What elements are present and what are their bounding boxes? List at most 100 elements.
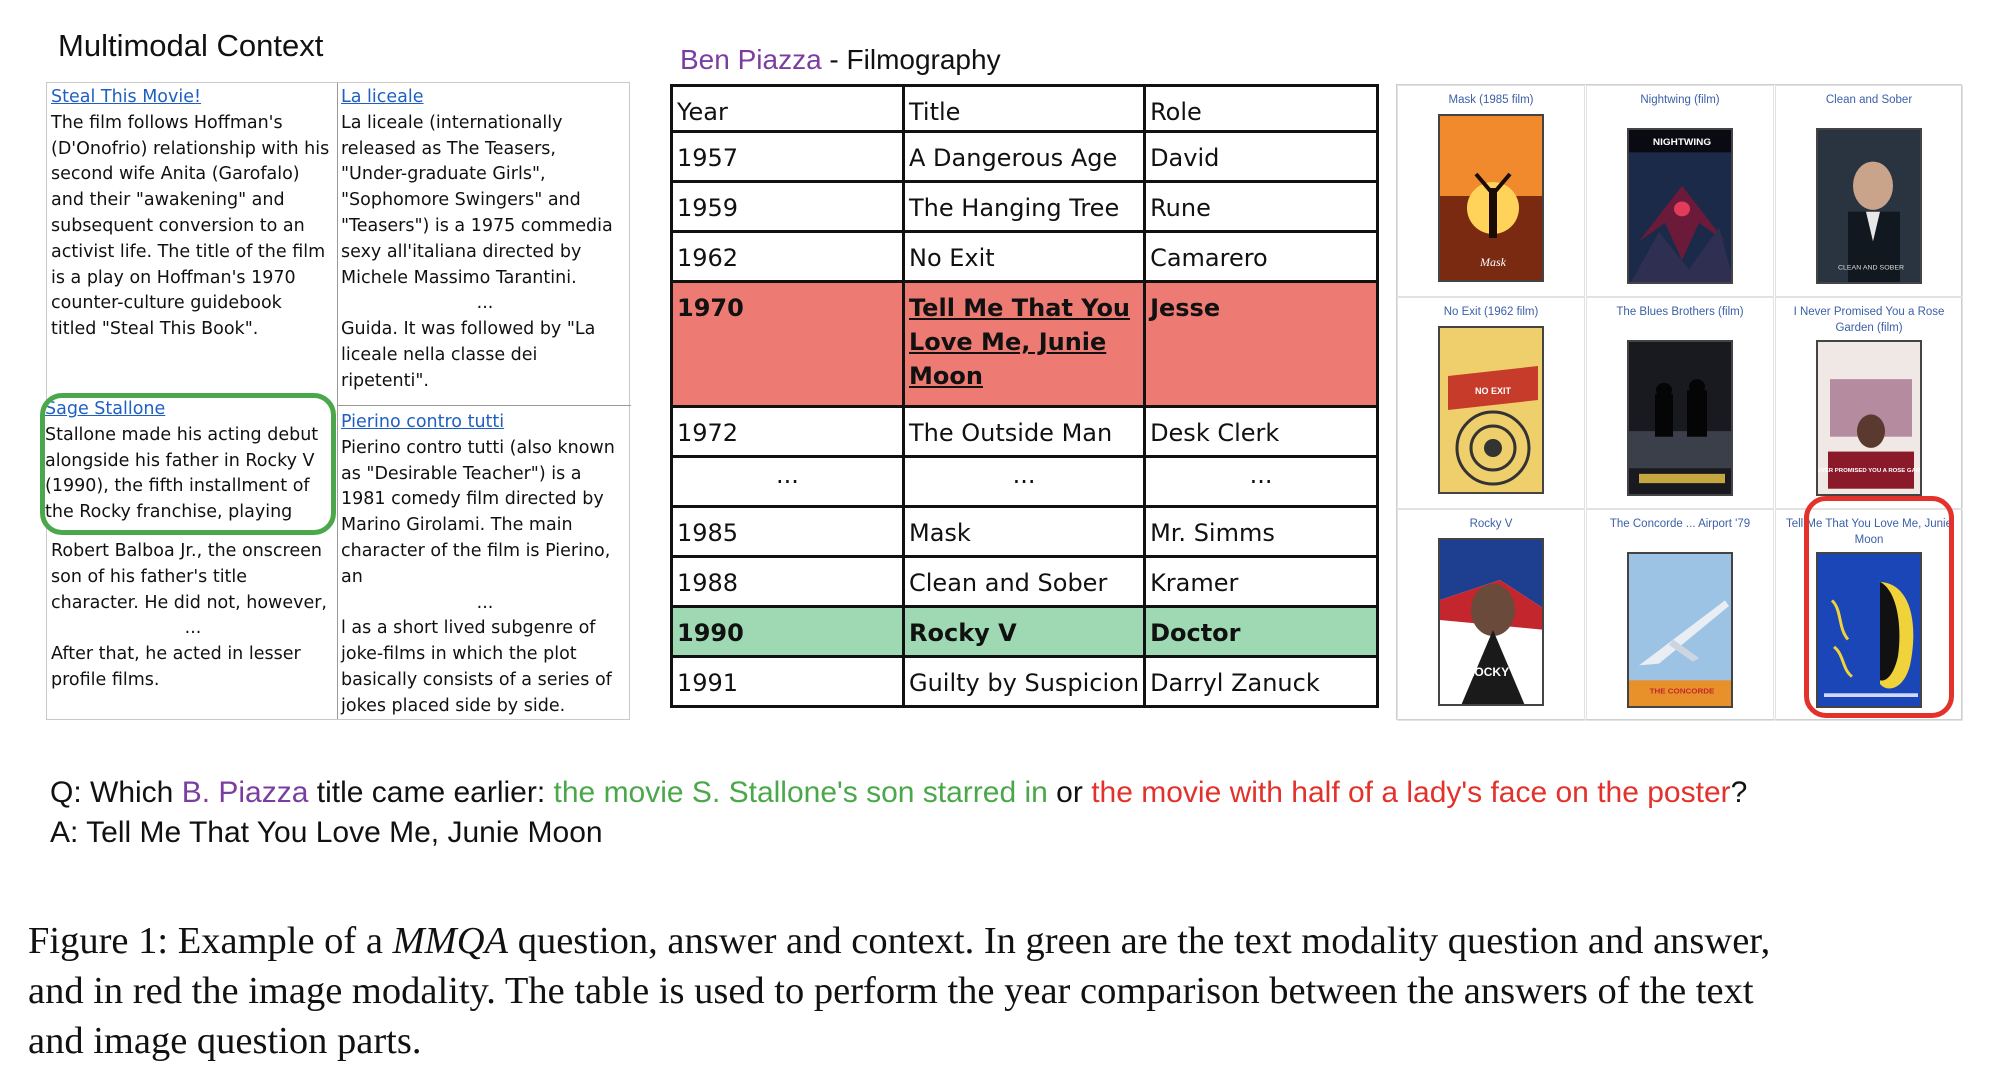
poster-image-concorde[interactable]: THE CONCORDE [1627, 552, 1733, 708]
caption-line1-rest: question, answer and context. In green a… [508, 920, 1771, 962]
filmography-title-cell: The Outside Man [901, 405, 1147, 458]
poster-image-clean[interactable]: CLEAN AND SOBER [1816, 128, 1922, 284]
filmography-title: Guilty by Suspicion [909, 669, 1140, 697]
filmography-year: 1990 [677, 619, 744, 647]
filmography-title-cell: ... [901, 455, 1147, 508]
filmography-header-cell: Title [901, 84, 1147, 133]
text-answer-highlight: Sage Stallone Stallone made his acting de… [40, 393, 336, 535]
doc-text-line: as "Desirable Teacher") is a [341, 463, 582, 484]
filmography-role-cell: ... [1143, 455, 1380, 508]
figure-caption: Figure 1: Example of a MMQA question, an… [28, 916, 1988, 1066]
filmography-role: Desk Clerk [1150, 419, 1280, 447]
poster-caption[interactable]: Mask (1985 film) [1398, 92, 1584, 108]
doc-text-line: 1981 comedy film directed by [341, 489, 604, 510]
poster-cell: Mask (1985 film) Mask [1397, 85, 1585, 297]
doc-title-link[interactable]: La liceale [341, 85, 629, 111]
poster-image-mask[interactable]: Mask [1438, 114, 1544, 282]
filmography-title-cell: Mask [901, 505, 1147, 558]
filmography-row: 1972 The Outside Man Desk Clerk [670, 405, 1380, 458]
highlighted-doc-text: Sage Stallone Stallone made his acting de… [45, 398, 331, 526]
filmography-person: Ben Piazza [680, 44, 822, 75]
doc-text-line: character of the film is Pierino, [341, 540, 611, 561]
poster-art-mask: Mask [1440, 116, 1542, 280]
filmography-row: 1985 Mask Mr. Simms [670, 505, 1380, 558]
filmography-year-cell: 1959 [670, 180, 905, 233]
poster-image-nightwing[interactable]: NIGHTWING [1627, 128, 1733, 284]
filmography-title-cell: Clean and Sober [901, 555, 1147, 608]
doc-text-line: second wife Anita (Garofalo) [51, 164, 300, 185]
doc-title-link[interactable]: Steal This Movie! [51, 85, 335, 111]
doc-text-line: titled "Steal This Book". [51, 319, 259, 340]
filmography-year-cell: 1988 [670, 555, 905, 608]
caption-prefix: Figure 1: Example of a [28, 920, 393, 962]
doc-ellipsis: ... [476, 592, 494, 613]
filmography-suffix: - Filmography [821, 44, 1001, 75]
poster-art-blues [1629, 342, 1731, 494]
poster-caption[interactable]: Rocky V [1398, 516, 1584, 532]
poster-image-rocky[interactable]: ROCKY V [1438, 538, 1544, 706]
question-mid1: title came earlier: [308, 776, 554, 809]
doc-text-line: released as The Teasers, [341, 138, 556, 159]
filmography-year: ... [776, 461, 799, 489]
filmography-role-cell: Mr. Simms [1143, 505, 1380, 558]
filmography-year-cell: 1990 [670, 605, 905, 658]
doc-text-line: "Sophomore Swingers" and [341, 190, 581, 211]
poster-caption[interactable]: Clean and Sober [1776, 92, 1962, 108]
filmography-title: The Hanging Tree [909, 194, 1120, 222]
filmography-title-cell: The Hanging Tree [901, 180, 1147, 233]
filmography-role: Rune [1150, 194, 1211, 222]
doc-text-line: and their "awakening" and [51, 190, 285, 211]
doc-title-link[interactable]: Pierino contro tutti [341, 410, 629, 436]
filmography-year: 1962 [677, 244, 739, 272]
filmography-role: Mr. Simms [1150, 519, 1275, 547]
answer: A: Tell Me That You Love Me, Junie Moon [50, 816, 603, 849]
poster-image-rose[interactable]: I NEVER PROMISED YOU A ROSE GARDEN [1816, 340, 1922, 496]
doc-text-line: is a play on Hoffman's 1970 [51, 267, 296, 288]
filmography-role-cell: Darryl Zanuck [1143, 655, 1380, 708]
doc-text-line: "Under-graduate Girls", [341, 164, 546, 185]
poster-cell: Nightwing (film) NIGHTWING [1586, 85, 1774, 297]
filmography-year: 1957 [677, 144, 739, 172]
poster-image-noexit[interactable]: NO EXIT [1438, 326, 1544, 494]
filmography-title: Mask [909, 519, 971, 547]
poster-caption[interactable]: I Never Promised You a Rose Garden (film… [1776, 304, 1962, 336]
filmography-year: 1959 [677, 194, 739, 222]
filmography-year-cell: 1957 [670, 130, 905, 183]
poster-caption[interactable]: Nightwing (film) [1587, 92, 1773, 108]
doc-title-link[interactable]: Sage Stallone [45, 398, 331, 423]
filmography-role-cell: Rune [1143, 180, 1380, 233]
filmography-row: 1962 No Exit Camarero [670, 230, 1380, 283]
context-title: Multimodal Context [58, 28, 324, 63]
poster-art-rocky: ROCKY V [1440, 540, 1542, 704]
filmography-role-cell: Jesse [1143, 280, 1380, 408]
question: Q: Which B. Piazza title came earlier: t… [50, 776, 1747, 810]
filmography-title: ... [1012, 461, 1036, 489]
poster-cell: Rocky V ROCKY V [1397, 509, 1585, 721]
filmography-year-cell: 1962 [670, 230, 905, 283]
doc-text-line: (1990), the fifth installment of [45, 476, 310, 497]
poster-caption[interactable]: The Blues Brothers (film) [1587, 304, 1773, 320]
filmography-row: 1991 Guilty by Suspicion Darryl Zanuck [670, 655, 1380, 708]
filmography-role-cell: David [1143, 130, 1380, 183]
poster-caption[interactable]: No Exit (1962 film) [1398, 304, 1584, 320]
question-image-part: the movie with half of a lady's face on … [1091, 776, 1731, 809]
grid-divider-horizontal [337, 405, 631, 406]
question-mid2: or [1047, 776, 1092, 809]
filmography-role-cell: Desk Clerk [1143, 405, 1380, 458]
poster-art-clean: CLEAN AND SOBER [1818, 130, 1920, 282]
poster-image-blues[interactable] [1627, 340, 1733, 496]
filmography-year: 1972 [677, 419, 739, 447]
filmography-title: The Outside Man [909, 419, 1113, 447]
question-person: B. Piazza [181, 776, 309, 809]
text-doc-steal-this-movie: Steal This Movie! The film follows Hoffma… [51, 85, 335, 343]
poster-art-nightwing: NIGHTWING [1629, 130, 1731, 282]
doc-text-line: La liceale (internationally [341, 112, 563, 133]
poster-caption[interactable]: The Concorde ... Airport '79 [1587, 516, 1773, 532]
doc-text-line: alongside his father in Rocky V [45, 450, 315, 471]
filmography-row: 1990 Rocky V Doctor [670, 605, 1380, 658]
filmography-role: Kramer [1150, 569, 1239, 597]
poster-cell: No Exit (1962 film) NO EXIT [1397, 297, 1585, 509]
filmography-title: No Exit [909, 244, 995, 272]
doc-text-line: liceale nella classe dei [341, 344, 538, 365]
doc-text-line: "Teasers") is a 1975 commedia [341, 215, 613, 236]
